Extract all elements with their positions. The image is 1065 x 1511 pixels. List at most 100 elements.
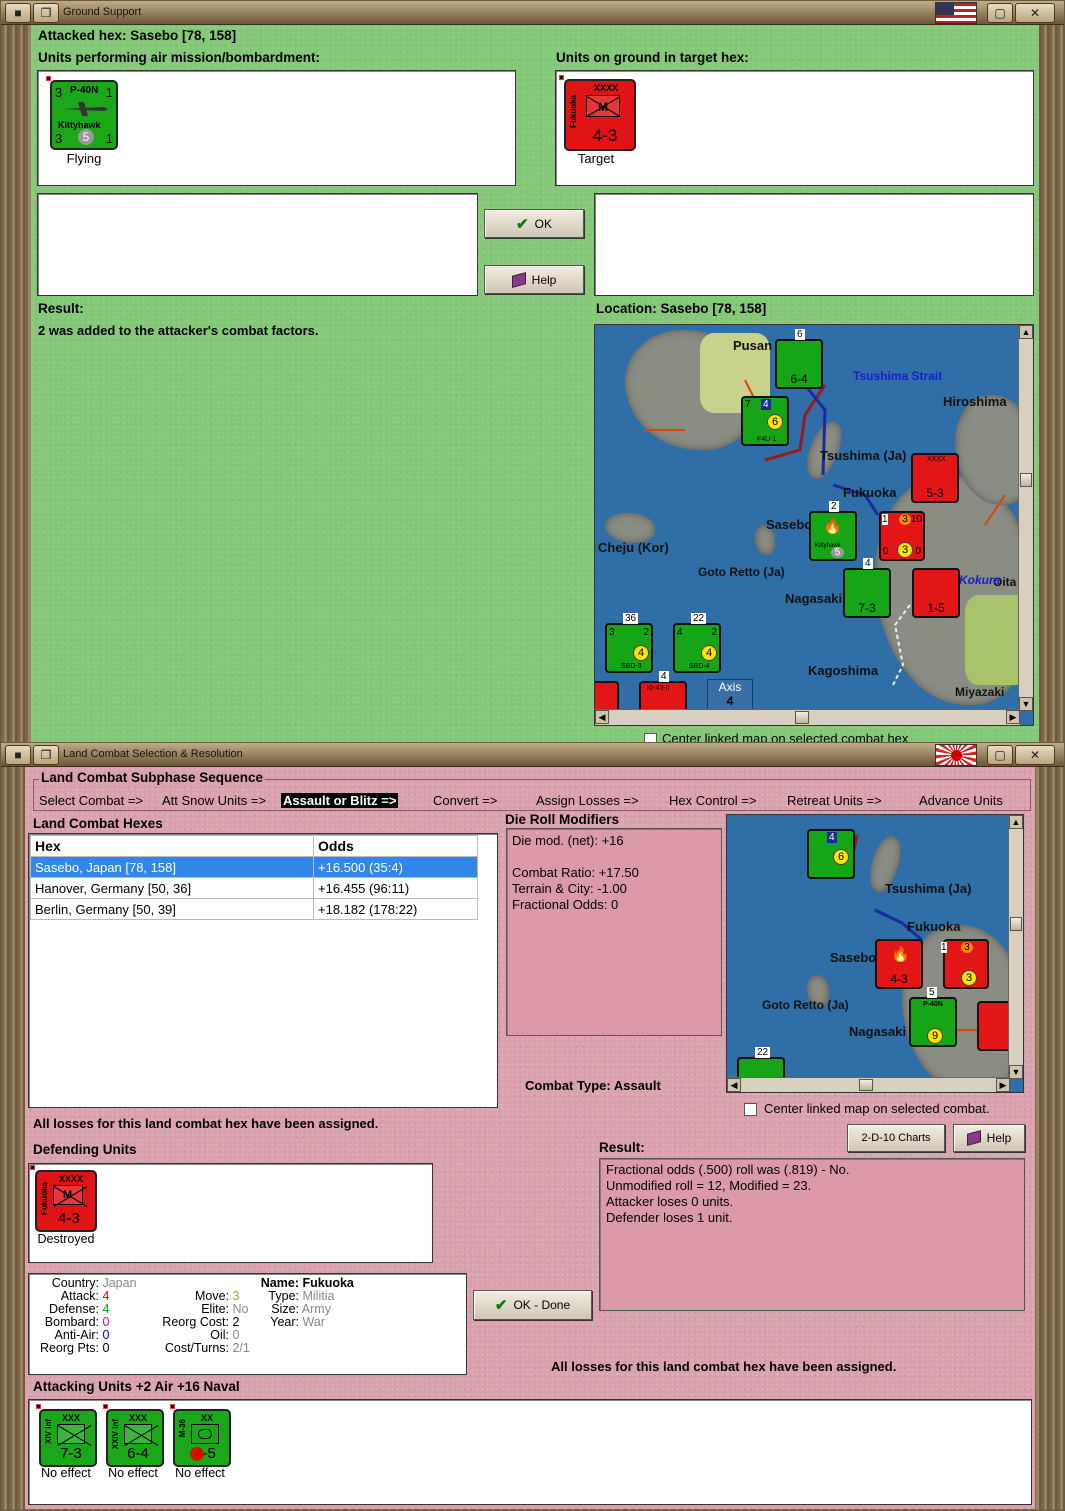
attacker-counter-2[interactable]: XXX XXIV Inf 6-4: [106, 1409, 164, 1467]
info-cost: Cost/Turns: 2/1: [149, 1341, 250, 1355]
red-circle-icon: [190, 1447, 204, 1461]
col-odds[interactable]: Odds: [313, 835, 478, 857]
info-value: War: [302, 1315, 325, 1329]
help-button[interactable]: Help: [484, 265, 584, 294]
charts-button[interactable]: 2-D-10 Charts: [847, 1124, 945, 1152]
linked-map[interactable]: Pusan Tsushima Strait Hiroshima Tsushima…: [594, 324, 1034, 726]
scroll-thumb[interactable]: [1020, 473, 1032, 487]
map-counter-f4u[interactable]: 4 7 6 F4U-1: [741, 396, 789, 446]
counter-f: P-40N: [923, 1001, 943, 1008]
map-counter-japan-army[interactable]: XXXX 5-3: [911, 453, 959, 503]
info-key: Elite:: [201, 1302, 229, 1316]
col-hex[interactable]: Hex: [30, 835, 314, 857]
armor-symbol-icon: [191, 1424, 219, 1444]
scroll-thumb[interactable]: [859, 1079, 873, 1091]
maximize-button[interactable]: ▢: [987, 745, 1013, 765]
info-reorgcost: Reorg Cost: 2: [149, 1315, 239, 1329]
fukuoka-army-counter[interactable]: XXXX Fukuoka M 4-3: [564, 79, 636, 151]
fire-icon: 🔥: [823, 518, 842, 535]
counter-c: 1: [941, 942, 947, 953]
title-bar[interactable]: ■ ❒ Land Combat Selection & Resolution ▢…: [1, 743, 1064, 767]
map-counter-xiv-inf[interactable]: 4 7-3: [843, 558, 891, 618]
scroll-thumb[interactable]: [1010, 917, 1022, 931]
map-counter-japan-air[interactable]: 1 3 3: [941, 939, 989, 989]
center-map-label: Center linked map on selected combat.: [764, 1101, 990, 1116]
ground-units-box: XXXX Fukuoka M 4-3 Target: [555, 70, 1034, 186]
map-vertical-scrollbar[interactable]: ▲ ▼: [1018, 325, 1033, 711]
attacking-label: Attacking Units +2 Air +16 Naval: [33, 1379, 240, 1394]
title-bar[interactable]: ■ ❒ Ground Support ▢ ✕: [1, 1, 1064, 25]
counter-a: 4: [827, 832, 837, 843]
attacker-counter-3[interactable]: XX M-36 4-5: [173, 1409, 231, 1467]
window-menu-button[interactable]: ■: [5, 745, 31, 765]
scroll-down-arrow[interactable]: ▼: [1019, 697, 1033, 711]
center-map-checkbox[interactable]: [744, 1103, 757, 1116]
close-button[interactable]: ✕: [1015, 745, 1055, 765]
infantry-symbol-icon: [845, 570, 867, 586]
table-row[interactable]: Berlin, Germany [50, 39] +18.182 (178:22…: [30, 898, 478, 920]
scroll-left-arrow[interactable]: ◀: [727, 1078, 741, 1092]
scroll-right-arrow[interactable]: ▶: [1006, 710, 1020, 724]
counter-e: 5: [927, 987, 937, 998]
map-counter-kittyhawk[interactable]: 2 🔥 Kittyhawk 5: [809, 501, 857, 561]
counter-yellow-circle: 9: [927, 1028, 943, 1044]
map-vertical-scrollbar[interactable]: ▲ ▼: [1008, 815, 1023, 1079]
info-year: Year: War: [229, 1315, 325, 1329]
map-counter-f4u[interactable]: 4 6: [807, 829, 855, 879]
defender-counter[interactable]: XXXX Fukuoka M 4-3: [35, 1170, 97, 1232]
counter-h: 22: [755, 1047, 771, 1058]
scroll-left-arrow[interactable]: ◀: [595, 710, 609, 724]
map-counter-japan-div[interactable]: 1-5: [912, 568, 960, 618]
table-row[interactable]: Hanover, Germany [50, 36] +16.455 (96:11…: [30, 877, 478, 899]
ok-button[interactable]: ✔ OK: [484, 209, 584, 238]
map-label-fukuoka: Fukuoka: [907, 919, 961, 934]
map-counter-fukuoka-army[interactable]: 🔥 4-3: [875, 939, 923, 989]
hexes-list[interactable]: Hex Odds Sasebo, Japan [78, 158] +16.500…: [28, 833, 498, 1108]
linked-map-small[interactable]: Tsushima (Ja) Fukuoka Sasebo Goto Retto …: [726, 814, 1024, 1093]
map-label-goto-retto: Goto Retto (Ja): [762, 998, 849, 1012]
help-button[interactable]: Help: [953, 1124, 1025, 1152]
result-line-2: Unmodified roll = 12, Modified = 23.: [606, 1178, 812, 1193]
info-value: 0: [102, 1315, 110, 1329]
attacker-counter-1[interactable]: XXX XIV Inf 7-3: [39, 1409, 97, 1467]
map-counter-japan-air-stack[interactable]: 1 3 10 0 3 0: [879, 511, 925, 561]
info-key: Reorg Cost:: [162, 1315, 229, 1329]
row-odds: +18.182 (178:22): [313, 898, 478, 920]
map-horizontal-scrollbar[interactable]: ◀ ▶: [595, 709, 1020, 725]
close-button[interactable]: ✕: [1015, 3, 1055, 23]
info-value: Fukuoka: [302, 1276, 354, 1290]
counter-number: 4: [761, 399, 771, 410]
scroll-down-arrow[interactable]: ▼: [1009, 1065, 1023, 1079]
map-counter-sbd3[interactable]: 36 3 2 4 SBD-3: [605, 613, 653, 673]
window-restore-button[interactable]: ❒: [33, 3, 59, 23]
map-horizontal-scrollbar[interactable]: ◀ ▶: [727, 1077, 1010, 1092]
map-counter-p40n[interactable]: 5 P-40N 9: [909, 987, 957, 1047]
map-counter-pusan-corps[interactable]: 6 6-4: [775, 329, 823, 389]
scroll-up-arrow[interactable]: ▲: [1019, 325, 1033, 339]
maximize-button[interactable]: ▢: [987, 3, 1013, 23]
scroll-up-arrow[interactable]: ▲: [1009, 815, 1023, 829]
charts-label: 2-D-10 Charts: [861, 1132, 931, 1144]
map-label-hiroshima: Hiroshima: [943, 394, 1007, 409]
info-key: Defense:: [48, 1302, 99, 1316]
map-counter-sbd4[interactable]: 22 4 2 4 SBD-4: [673, 613, 721, 673]
seq-assign-losses: Assign Losses =>: [536, 793, 639, 808]
p40n-air-counter[interactable]: 3 P-40N 1 Kittyhawk 3 5 1: [50, 80, 118, 150]
scroll-right-arrow[interactable]: ▶: [996, 1078, 1010, 1092]
map-label-nagasaki: Nagasaki: [849, 1024, 907, 1039]
info-value: 4: [102, 1302, 110, 1316]
defender-size: XXXX: [58, 1174, 83, 1184]
table-row[interactable]: Sasebo, Japan [78, 158] +16.500 (35:4): [30, 856, 478, 878]
defender-type: M: [63, 1189, 73, 1201]
unit-marker-icon: [46, 76, 51, 81]
info-key: Reorg Pts:: [39, 1341, 99, 1355]
scroll-thumb[interactable]: [795, 711, 809, 724]
window-menu-button[interactable]: ■: [5, 3, 31, 23]
window-restore-button[interactable]: ❒: [33, 745, 59, 765]
counter-sub: Ki-43-II: [647, 685, 670, 692]
drm-line-3: Combat Ratio: +17.50: [512, 865, 639, 880]
seq-hex-control: Hex Control =>: [669, 793, 757, 808]
counter-number: 4: [659, 671, 669, 682]
ok-done-button[interactable]: ✔ OK - Done: [473, 1290, 592, 1320]
axis-num: 4: [726, 694, 734, 708]
